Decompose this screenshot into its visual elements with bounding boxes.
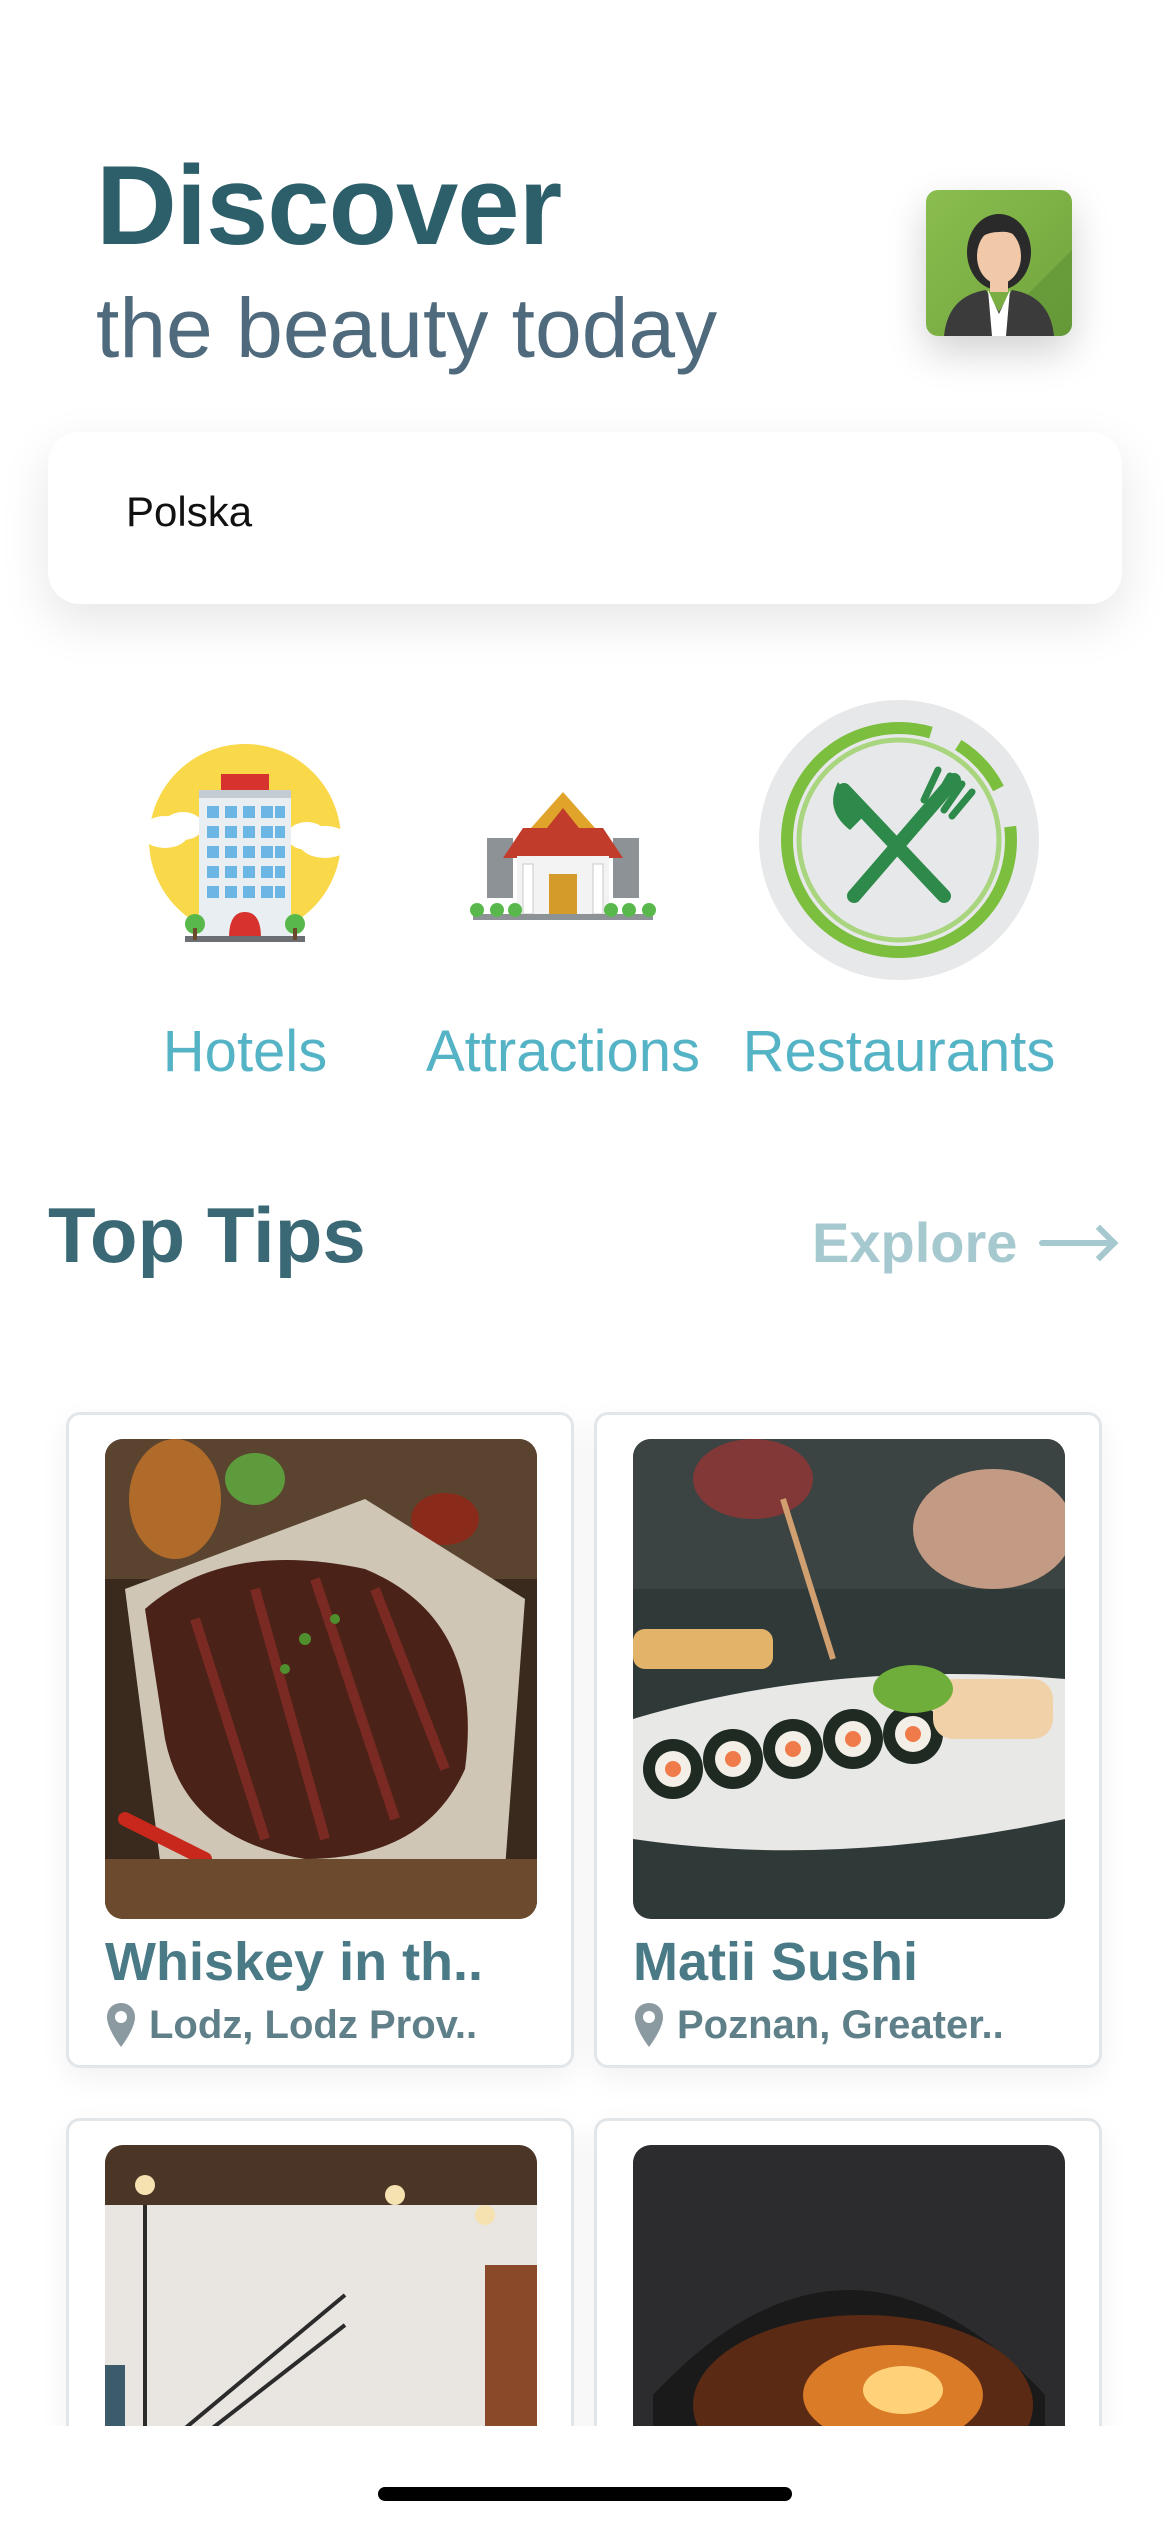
location-pin-icon <box>635 2003 663 2047</box>
restaurant-icon <box>754 700 1044 995</box>
category-restaurants-label: Restaurants <box>742 1019 1056 1084</box>
restaurant-card[interactable] <box>66 2118 574 2448</box>
location-pin-icon <box>107 2003 135 2047</box>
category-hotels[interactable]: Hotels <box>80 700 410 1120</box>
sushi-photo <box>633 1439 1065 1919</box>
arrow-right-icon <box>1039 1239 1112 1246</box>
explore-button[interactable]: Explore <box>812 1210 1112 1275</box>
avatar[interactable] <box>926 190 1072 336</box>
search-input[interactable]: Polska <box>48 432 1122 604</box>
page-title: Discover <box>96 143 562 268</box>
restaurant-interior-photo <box>105 2145 537 2445</box>
card-location: Poznan, Greater.. <box>633 2001 1004 2049</box>
restaurant-card[interactable]: Whiskey in th.. Lodz, Lodz Prov.. <box>66 1412 574 2068</box>
card-location-text: Lodz, Lodz Prov.. <box>149 2002 478 2047</box>
steak-photo <box>105 1439 537 1919</box>
user-avatar-icon <box>944 214 1072 336</box>
card-location: Lodz, Lodz Prov.. <box>105 2001 477 2049</box>
temple-icon <box>453 778 673 943</box>
card-title: Whiskey in th.. <box>105 1932 484 1992</box>
restaurant-card[interactable] <box>594 2118 1102 2448</box>
page-subtitle: the beauty today <box>96 281 718 375</box>
category-restaurants[interactable]: Restaurants <box>734 700 1064 1120</box>
explore-label: Explore <box>812 1211 1018 1274</box>
category-attractions[interactable]: Attractions <box>398 700 728 1120</box>
home-indicator[interactable] <box>378 2487 792 2501</box>
pizza-oven-photo <box>633 2145 1065 2445</box>
section-title: Top Tips <box>48 1191 366 1279</box>
restaurant-card[interactable]: Matii Sushi Poznan, Greater.. <box>594 1412 1102 2068</box>
bottom-bar <box>0 2426 1170 2532</box>
hotel-icon <box>125 728 365 973</box>
card-location-text: Poznan, Greater.. <box>677 2002 1004 2047</box>
page-header: Discover the beauty today <box>96 143 718 375</box>
card-title: Matii Sushi <box>633 1932 919 1992</box>
category-hotels-label: Hotels <box>162 1019 328 1084</box>
category-attractions-label: Attractions <box>426 1019 700 1084</box>
search-value: Polska <box>126 488 253 535</box>
